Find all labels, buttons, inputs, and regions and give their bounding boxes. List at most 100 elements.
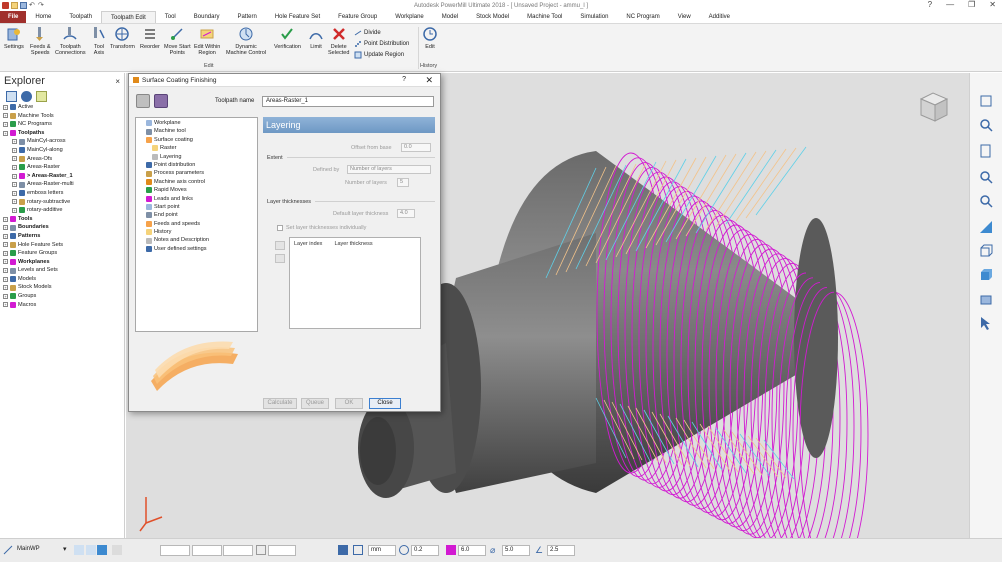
workplane-select[interactable]: MainWP [15,545,62,556]
tab-workplane[interactable]: Workplane [386,11,433,23]
explorer-item[interactable]: + NC Programs [3,120,124,129]
explorer-item[interactable]: + Groups [3,292,124,301]
remove-layer-button[interactable] [275,254,285,263]
defined-by-select[interactable]: Number of layers [347,165,431,174]
dialog-tree-item[interactable]: Feeds and speeds [136,220,257,228]
status-field-2[interactable] [192,545,222,556]
layer-thickness-list[interactable]: Layer index Layer thickness [289,237,421,329]
tab-pattern[interactable]: Pattern [228,11,265,23]
expand-toggle-icon[interactable]: + [3,259,8,265]
expand-toggle-icon[interactable]: + [12,164,17,170]
dialog-tree-item[interactable]: Start point [136,203,257,211]
minimize-button[interactable]: — [946,0,954,9]
expand-toggle-icon[interactable]: + [3,268,8,274]
dialog-icon-1[interactable] [136,94,150,108]
dialog-help-button[interactable]: ? [402,76,406,83]
tab-nc-program[interactable]: NC Program [617,11,668,23]
dialog-tree-item[interactable]: Process parameters [136,169,257,177]
explorer-item[interactable]: + Feature Groups [3,249,124,258]
view-cube[interactable] [919,92,949,122]
expand-toggle-icon[interactable]: + [3,130,8,136]
settings-button[interactable]: Settings [4,26,24,50]
queue-button[interactable]: Queue [301,398,329,409]
verification-button[interactable]: Verification [274,26,301,50]
dialog-tree-item[interactable]: Layering [136,153,257,161]
status-tool-icon-1[interactable] [74,545,84,555]
help-button[interactable]: ? [928,0,932,9]
status-field-4[interactable] [268,545,296,556]
selection-arrow-icon[interactable] [978,315,994,331]
explorer-item[interactable]: + emboss letters [3,189,124,198]
tab-view[interactable]: View [669,11,700,23]
tab-additive[interactable]: Additive [700,11,739,23]
explorer-item[interactable]: + Patterns [3,232,124,241]
page-zoom-icon[interactable] [978,143,994,159]
feeds-speeds-button[interactable]: Feeds & Speeds [30,26,50,56]
explorer-item[interactable]: + Hole Feature Sets [3,241,124,250]
tab-model[interactable]: Model [433,11,467,23]
explorer-item[interactable]: + Areas-Raster-multi [3,180,124,189]
expand-toggle-icon[interactable]: + [3,225,8,231]
status-box-icon[interactable] [256,545,266,555]
expand-toggle-icon[interactable]: + [3,113,8,119]
reorder-button[interactable]: Reorder [140,26,160,50]
dynamic-machine-control-button[interactable]: Dynamic Machine Control [226,26,266,56]
expand-toggle-icon[interactable]: + [12,199,17,205]
explorer-item[interactable]: + Tools [3,215,124,224]
grid-icon[interactable] [338,545,348,555]
status-field-1[interactable] [160,545,190,556]
explorer-close-button[interactable]: × [115,77,120,86]
edit-within-region-button[interactable]: Edit Within Region [194,26,220,56]
history-edit-button[interactable]: Edit [422,26,438,50]
num-layers-input[interactable]: 5 [397,178,409,187]
solid-cube-icon[interactable] [978,267,994,283]
tool-axis-button[interactable]: Tool Axis [91,26,107,56]
divide-button[interactable]: Divide [354,29,381,37]
table-icon[interactable] [353,545,363,555]
point-distribution-button[interactable]: Point Distribution [354,40,409,48]
status-field-3[interactable] [223,545,253,556]
explorer-item[interactable]: + Macros [3,301,124,310]
explorer-item[interactable]: + Stock Models [3,283,124,292]
filter-icon[interactable] [36,90,47,102]
tolerance-field[interactable]: 0.2 [411,545,439,556]
expand-toggle-icon[interactable]: + [12,190,17,196]
transform-button[interactable]: Transform [110,26,135,50]
tab-stock-model[interactable]: Stock Model [467,11,518,23]
dialog-tree-item[interactable]: Surface coating [136,136,257,144]
explorer-item[interactable]: + MainCyl-across [3,137,124,146]
expand-toggle-icon[interactable]: + [3,242,8,248]
tab-machine-tool[interactable]: Machine Tool [518,11,571,23]
explorer-item[interactable]: + Workplanes [3,258,124,267]
default-thickness-input[interactable]: 4.0 [397,209,415,218]
dialog-close-icon[interactable]: ✕ [425,75,433,86]
status-tool-icon-4[interactable] [112,545,122,555]
status-tool-icon-2[interactable] [86,545,96,555]
expand-toggle-icon[interactable]: + [12,139,17,145]
tab-toolpath-edit[interactable]: Toolpath Edit [101,11,156,23]
expand-toggle-icon[interactable]: + [12,147,17,153]
tab-feature-group[interactable]: Feature Group [329,11,386,23]
expand-toggle-icon[interactable]: + [12,173,17,179]
dialog-icon-2[interactable] [154,94,168,108]
explorer-item[interactable]: + > Areas-Raster_1 [3,172,124,181]
calculate-button[interactable]: Calculate [263,398,297,409]
units-field[interactable]: mm [368,545,396,556]
toolpath-name-input[interactable]: Areas-Raster_1 [262,96,434,107]
expand-toggle-icon[interactable]: + [3,104,8,110]
expand-toggle-icon[interactable]: + [12,156,17,162]
view-zoom-icon[interactable] [978,93,994,109]
shaded-view-icon[interactable] [978,219,994,235]
update-region-button[interactable]: Update Region [354,51,404,59]
tab-file[interactable]: File [0,11,27,23]
dialog-tree-item[interactable]: Notes and Description [136,236,257,244]
dialog-tree-item[interactable]: Workplane [136,119,257,127]
explorer-item[interactable]: + rotary-additive [3,206,124,215]
dialog-tree-item[interactable]: Machine tool [136,127,257,135]
tab-toolpath[interactable]: Toolpath [60,11,101,23]
wireframe-cube-icon[interactable] [978,243,994,259]
delete-selected-button[interactable]: Delete Selected [328,26,349,56]
toolpath-connections-button[interactable]: Toolpath Connections [55,26,86,56]
expand-toggle-icon[interactable]: + [12,207,17,213]
angle-field[interactable]: 2.5 [547,545,575,556]
